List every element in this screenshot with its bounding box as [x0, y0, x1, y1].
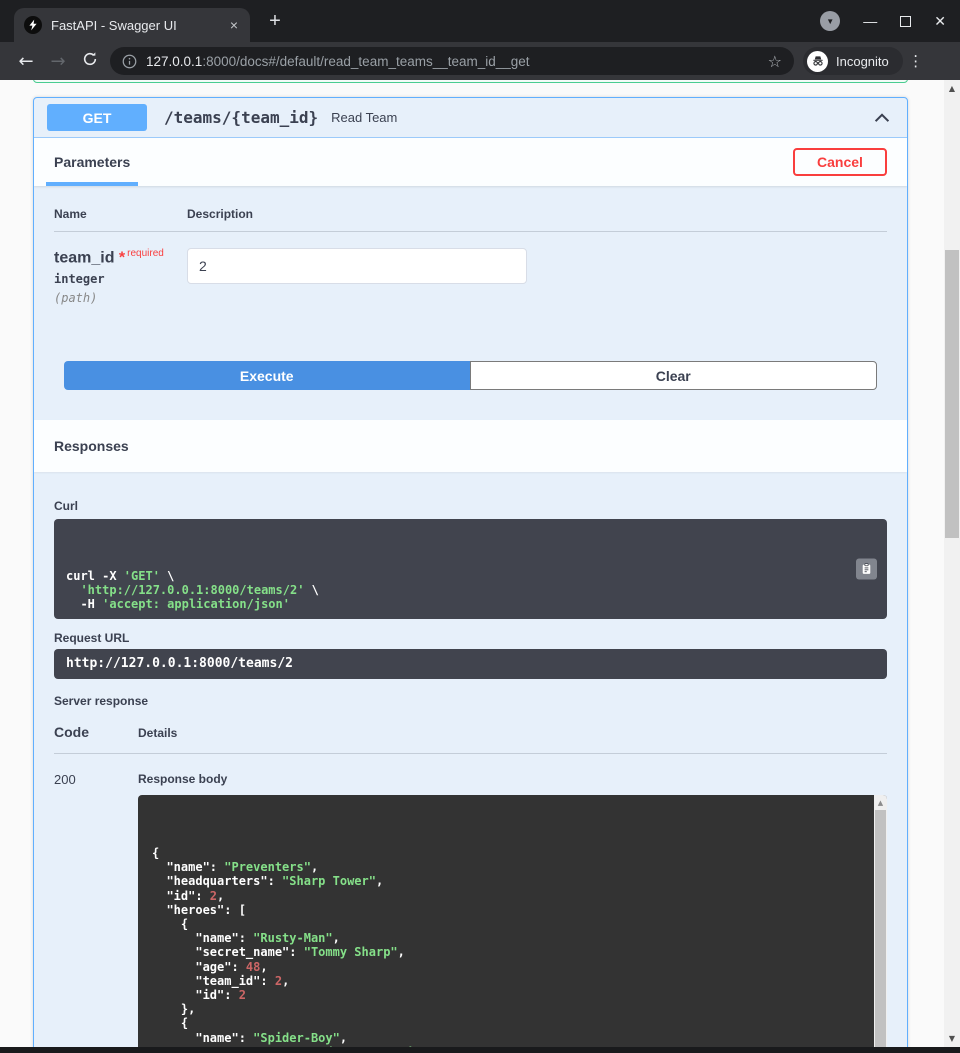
page-scroll-down-icon[interactable]: ▼: [944, 1034, 960, 1043]
copy-to-clipboard-button[interactable]: [856, 559, 877, 580]
method-badge: GET: [47, 104, 147, 131]
responses-body: Curl curl -X 'GET' \ 'http://127.0.0.1:8…: [34, 472, 907, 1053]
window-controls: ▼ — ✕: [820, 11, 946, 31]
url-text[interactable]: 127.0.0.1:8000/docs#/default/read_team_t…: [146, 54, 759, 69]
collapse-chevron-icon[interactable]: [870, 108, 894, 128]
parameters-section-header: Parameters Cancel: [34, 138, 907, 186]
page-scroll-up-icon[interactable]: ▲: [944, 84, 960, 93]
status-code: 200: [54, 772, 138, 1053]
page-scrollbar-thumb[interactable]: [945, 250, 959, 538]
url-host: 127.0.0.1: [146, 54, 202, 69]
code-column-header: Code: [54, 724, 138, 740]
window-bottom-edge: [0, 1047, 960, 1053]
curl-label: Curl: [54, 499, 887, 513]
url-path: :8000/docs#/default/read_team_teams__tea…: [202, 54, 529, 69]
description-column-header: Description: [187, 207, 253, 221]
browser-toolbar: ← → 127.0.0.1:8000/docs#/default/read_te…: [0, 42, 960, 80]
window-close-button[interactable]: ✕: [934, 11, 946, 31]
opblock-header[interactable]: GET /teams/{team_id} Read Team: [34, 98, 907, 138]
parameters-table-header: Name Description: [54, 207, 887, 232]
get-opblock: GET /teams/{team_id} Read Team Parameter…: [33, 97, 908, 1053]
team-id-input[interactable]: [187, 248, 527, 284]
parameters-body: Name Description team_id *required integ…: [34, 186, 907, 390]
response-scrollbar-thumb[interactable]: [875, 810, 886, 1053]
response-row: 200 Response body ▲ { "name": "Preventer…: [54, 772, 887, 1053]
response-details-cell: Response body ▲ { "name": "Preventers", …: [138, 772, 887, 1053]
incognito-label: Incognito: [836, 54, 889, 69]
parameter-location: (path): [54, 291, 187, 305]
tab-parameters[interactable]: Parameters: [46, 138, 138, 186]
parameter-value-cell: [187, 248, 527, 305]
responses-title: Responses: [54, 438, 129, 454]
address-bar[interactable]: 127.0.0.1:8000/docs#/default/read_team_t…: [110, 47, 794, 75]
new-tab-button[interactable]: +: [262, 9, 288, 35]
endpoint-summary: Read Team: [331, 110, 870, 125]
clear-button[interactable]: Clear: [470, 361, 878, 390]
browser-titlebar: FastAPI - Swagger UI × + ▼ — ✕: [0, 0, 960, 42]
chrome-chevron-button[interactable]: ▼: [820, 11, 840, 31]
parameter-row: team_id *required integer (path): [54, 248, 887, 305]
response-body-label: Response body: [138, 772, 887, 786]
incognito-icon: [807, 51, 828, 72]
parameter-name: team_id *required: [54, 248, 187, 267]
previous-opblock-bottom-edge: [33, 80, 908, 83]
maximize-button[interactable]: [900, 16, 911, 27]
back-button-icon[interactable]: ←: [10, 51, 42, 72]
execute-button[interactable]: Execute: [64, 361, 470, 390]
fastapi-favicon-icon: [24, 16, 42, 34]
swagger-page: GET /teams/{team_id} Read Team Parameter…: [0, 80, 960, 1053]
server-response-label: Server response: [54, 694, 887, 708]
parameter-meta: team_id *required integer (path): [54, 248, 187, 305]
tab-title: FastAPI - Swagger UI: [51, 18, 228, 33]
request-url-block: http://127.0.0.1:8000/teams/2: [54, 649, 887, 679]
response-body-scrollbar[interactable]: ▲: [874, 795, 887, 1053]
minimize-button[interactable]: —: [863, 11, 877, 31]
curl-code-block[interactable]: curl -X 'GET' \ 'http://127.0.0.1:8000/t…: [54, 519, 887, 619]
responses-section-header: Responses: [34, 420, 907, 472]
required-label: required: [127, 248, 164, 259]
browser-tab[interactable]: FastAPI - Swagger UI ×: [14, 8, 250, 42]
tab-close-icon[interactable]: ×: [228, 17, 240, 33]
cancel-button[interactable]: Cancel: [793, 148, 887, 176]
parameter-type: integer: [54, 272, 187, 286]
site-info-icon[interactable]: [122, 54, 137, 69]
required-star: *: [119, 249, 125, 266]
forward-button-icon: →: [42, 51, 74, 72]
endpoint-path: /teams/{team_id}: [164, 108, 318, 127]
reload-button-icon[interactable]: [74, 51, 106, 72]
execute-row: Execute Clear: [64, 361, 877, 390]
response-table-header: Code Details: [54, 724, 887, 754]
request-url-label: Request URL: [54, 631, 887, 645]
details-column-header: Details: [138, 726, 177, 740]
response-body-block[interactable]: ▲ { "name": "Preventers", "headquarters"…: [138, 795, 887, 1053]
incognito-badge: Incognito: [803, 47, 903, 75]
page-scrollbar[interactable]: ▲ ▼: [944, 80, 960, 1053]
bookmark-star-icon[interactable]: ☆: [768, 52, 782, 71]
browser-menu-icon[interactable]: ⋮: [903, 52, 929, 70]
name-column-header: Name: [54, 207, 187, 221]
scrollbar-up-arrow-icon[interactable]: ▲: [874, 796, 887, 810]
